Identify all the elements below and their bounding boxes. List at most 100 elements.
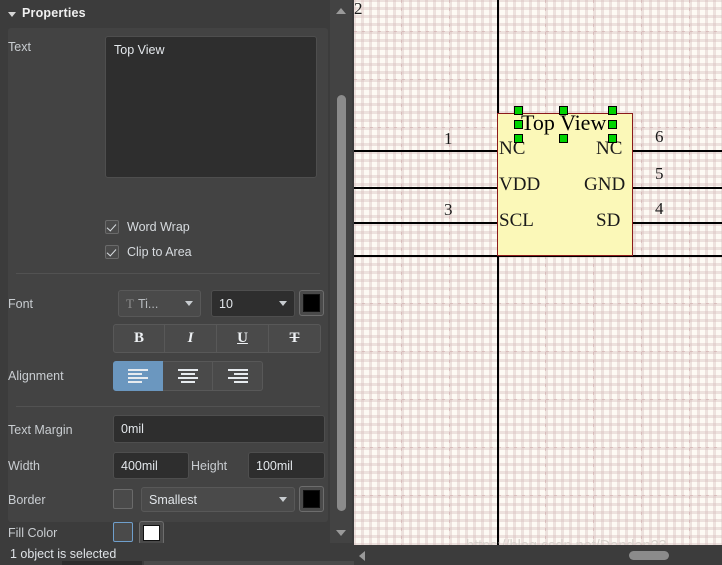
pin-number-5: 5 [655,165,664,182]
grid-line-h [354,447,722,448]
scrollbar-thumb[interactable] [629,551,669,560]
page-title: Properties [22,6,86,20]
canvas-axis-vertical [497,0,499,545]
component-label-text[interactable]: Top View [521,112,606,134]
pin-number-1: 1 [444,130,453,147]
pin-wire-right-6[interactable] [632,150,722,152]
clip-to-area-checkbox-row[interactable]: Clip to Area [105,245,192,259]
properties-form: Text Top View Word Wrap Clip to Area Fon… [8,28,328,522]
selection-handle-bottom-center[interactable] [559,134,568,143]
scroll-up-arrow-icon[interactable] [336,8,346,14]
schematic-canvas[interactable]: 1 2 3 6 5 4 NC VDD SCL NC GND SD Top Vie… [354,0,722,545]
italic-button[interactable]: I [165,324,217,353]
text-margin-label: Text Margin [8,423,100,437]
selection-handle-middle-left[interactable] [514,120,523,129]
pin-wire-right-5[interactable] [632,187,722,189]
underline-button[interactable]: U [217,324,269,353]
bold-button[interactable]: B [113,324,165,353]
scroll-left-arrow-icon[interactable] [359,551,365,561]
font-label: Font [8,297,100,311]
font-color-swatch[interactable] [299,290,324,316]
border-style-value: Smallest [149,493,197,507]
scroll-down-arrow-icon[interactable] [336,530,346,536]
pin-number-2: 2 [354,0,363,17]
chevron-down-icon [185,301,193,306]
border-style-dropdown[interactable]: Smallest [141,487,295,512]
align-line [128,369,148,371]
grid-line-h [354,495,722,496]
pin-wire-right-4[interactable] [632,222,722,224]
selection-handle-top-center[interactable] [559,106,568,115]
grid-line-v [449,0,450,545]
selection-handle-middle-right[interactable] [608,120,617,129]
pin-number-6: 6 [655,128,664,145]
text-field-label: Text [8,40,100,54]
alignment-label: Alignment [8,369,100,383]
align-left-button[interactable] [113,361,163,391]
grid-line-h [354,31,722,32]
bold-label: B [134,330,144,347]
pin-name-scl: SCL [499,211,534,230]
selection-handle-bottom-right[interactable] [608,134,617,143]
collapse-triangle-icon[interactable] [8,12,16,17]
status-tab-inactive[interactable] [144,561,354,565]
align-right-button[interactable] [213,361,263,391]
font-family-dropdown[interactable]: T Ti... [118,290,201,317]
text-margin-input[interactable]: 0mil [113,415,325,443]
serif-T-icon: T [126,296,134,312]
properties-panel-header[interactable]: Properties [0,0,354,26]
pin-number-3: 3 [444,201,453,218]
grid-line-h [354,351,722,352]
grid-line-h [354,79,722,80]
pin-wire-left-1[interactable] [354,150,498,152]
word-wrap-label: Word Wrap [127,220,190,234]
word-wrap-checkbox-row[interactable]: Word Wrap [105,220,190,234]
font-style-button-group: B I U T [113,324,321,353]
selection-handle-bottom-left[interactable] [514,134,523,143]
text-input[interactable]: Top View [105,36,317,178]
width-input[interactable]: 400mil [113,452,189,479]
pin-number-4: 4 [655,200,664,217]
align-center-button[interactable] [163,361,213,391]
properties-panel: Properties Text Top View Word Wrap Clip … [0,0,354,565]
chevron-down-icon [279,497,287,502]
selection-handle-top-right[interactable] [608,106,617,115]
clip-to-area-checkbox[interactable] [105,245,119,259]
border-checkbox[interactable] [113,489,133,509]
clip-to-area-label: Clip to Area [127,245,192,259]
align-line [128,381,142,383]
strikethrough-label: T [289,330,299,347]
color-chip [303,294,320,312]
align-line [128,373,142,375]
grid-line-h [354,399,722,400]
color-chip [303,490,320,508]
border-color-swatch[interactable] [299,486,324,512]
divider-1 [16,273,320,274]
color-chip [143,525,160,541]
align-line [228,377,248,379]
font-size-dropdown[interactable]: 10 [211,290,295,317]
grid-line-v [593,0,594,545]
fill-color-checkbox[interactable] [113,522,133,542]
grid-line-h [354,303,722,304]
canvas-horizontal-scrollbar[interactable] [354,545,722,565]
border-label: Border [8,493,100,507]
word-wrap-checkbox[interactable] [105,220,119,234]
width-label: Width [8,459,100,473]
fill-color-swatch[interactable] [139,521,164,545]
strikethrough-button[interactable]: T [269,324,321,353]
font-family-value: Ti... [138,297,158,311]
height-input[interactable]: 100mil [248,452,325,479]
chevron-down-icon [279,301,287,306]
grid-line-v [545,0,546,545]
status-tab-active[interactable] [62,561,142,565]
panel-vertical-scrollbar[interactable] [330,0,352,545]
grid-line-v [641,0,642,545]
selection-handle-top-left[interactable] [514,106,523,115]
pin-wire-left-2[interactable] [354,187,498,189]
scrollbar-thumb[interactable] [337,95,346,511]
underline-label: U [237,330,248,347]
pin-wire-left-3[interactable] [354,222,498,224]
font-size-value: 10 [219,297,233,311]
pin-name-gnd: GND [584,175,625,194]
